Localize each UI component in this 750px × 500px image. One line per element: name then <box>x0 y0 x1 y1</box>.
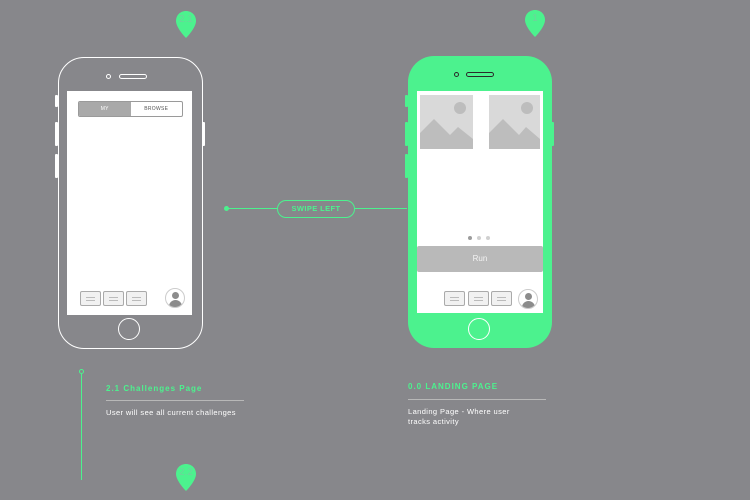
tab-bar-item[interactable] <box>126 291 147 306</box>
avatar-icon[interactable] <box>518 289 538 309</box>
landing-caption-line-1: Landing Page - Where user <box>408 407 510 416</box>
caption-divider <box>106 400 244 401</box>
location-pin-1: 1 <box>524 9 546 41</box>
tab-browse[interactable]: BROWSE <box>131 102 183 116</box>
power-button <box>202 122 205 146</box>
landing-screen: Run <box>417 91 543 313</box>
connector-line <box>227 208 277 209</box>
mute-switch <box>55 95 58 107</box>
image-placeholder <box>420 95 473 149</box>
landing-caption-line-2: tracks activity <box>408 417 460 426</box>
challenges-caption-title: 2.1 Challenges Page <box>106 384 203 393</box>
landing-caption-title: 0.0 LANDING PAGE <box>408 382 499 391</box>
image-icon <box>420 102 473 149</box>
camera-icon <box>106 74 111 79</box>
pin-label: 2.2 <box>179 467 193 478</box>
segmented-control[interactable]: MY BROWSE <box>78 101 183 117</box>
home-button[interactable] <box>118 318 140 340</box>
tab-bar-item[interactable] <box>103 291 124 306</box>
pin-label: 2.1 <box>179 14 193 25</box>
connector-dot <box>224 206 229 211</box>
speaker-icon <box>119 74 147 79</box>
carousel-dot[interactable] <box>486 236 490 240</box>
caption-divider <box>408 399 546 400</box>
pin-label: 1 <box>532 13 538 24</box>
volume-down-button <box>405 154 408 178</box>
challenges-caption-text: User will see all current challenges <box>106 408 236 417</box>
landing-caption-text: Landing Page - Where user tracks activit… <box>408 407 510 427</box>
tab-bar-item[interactable] <box>444 291 465 306</box>
tab-bar-item[interactable] <box>491 291 512 306</box>
camera-icon <box>454 72 459 77</box>
volume-up-button <box>405 122 408 146</box>
tab-bar-item[interactable] <box>80 291 101 306</box>
tab-bar-item[interactable] <box>468 291 489 306</box>
carousel-dot-active[interactable] <box>468 236 472 240</box>
carousel-dot[interactable] <box>477 236 481 240</box>
avatar-icon[interactable] <box>165 288 185 308</box>
volume-up-button <box>55 122 58 146</box>
connector-line <box>355 208 407 209</box>
tab-my[interactable]: MY <box>79 102 131 116</box>
location-pin-2-1: 2.1 <box>175 10 197 42</box>
speaker-icon <box>466 72 494 77</box>
challenges-screen: MY BROWSE <box>67 91 192 315</box>
mute-switch <box>405 95 408 107</box>
run-button[interactable]: Run <box>417 246 543 272</box>
image-placeholder <box>489 95 540 149</box>
swipe-left-label: SWIPE LEFT <box>277 200 355 218</box>
volume-down-button <box>55 154 58 178</box>
location-pin-2-2: 2.2 <box>175 463 197 495</box>
image-icon <box>489 102 540 149</box>
power-button <box>551 122 554 146</box>
home-button[interactable] <box>468 318 490 340</box>
timeline-line <box>81 374 82 480</box>
